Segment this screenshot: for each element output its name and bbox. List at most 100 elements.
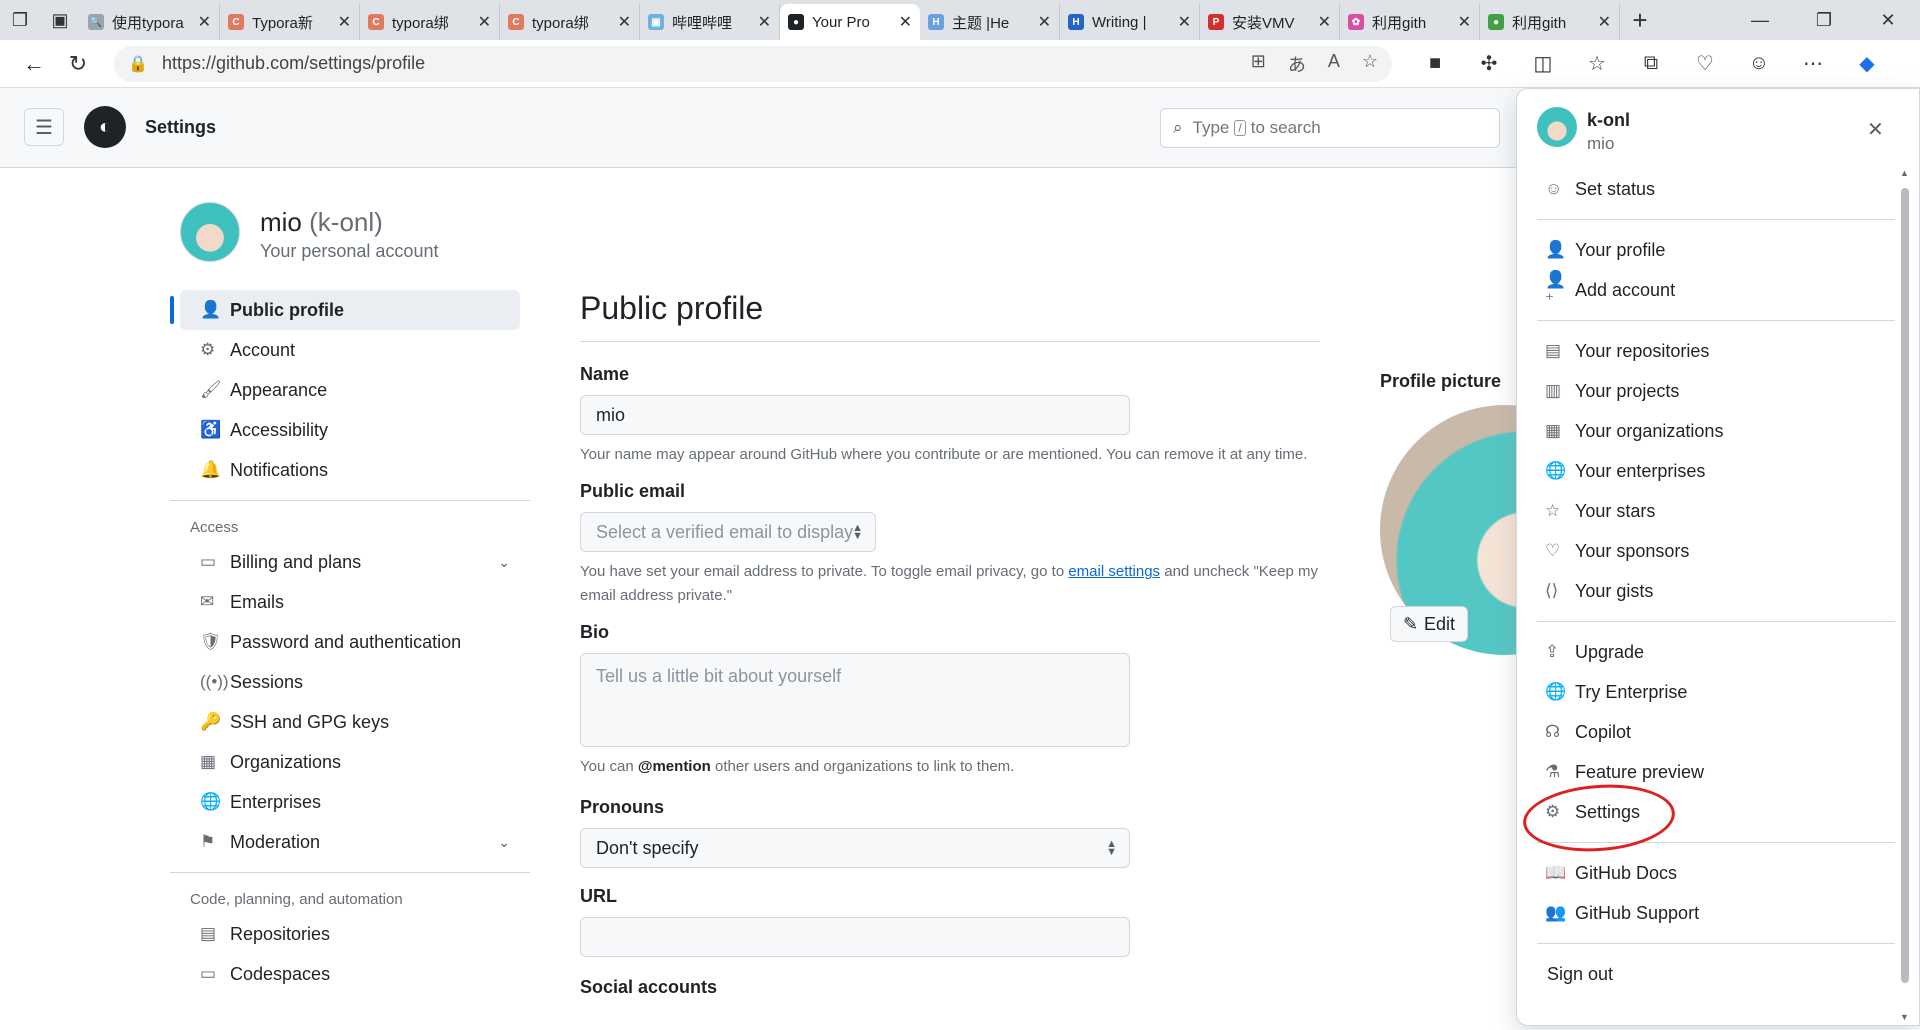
browser-tab[interactable]: Ctypora绑 ✕ <box>500 4 640 40</box>
favorite-star-icon[interactable]: ☆ <box>1362 51 1378 77</box>
profile-avatar[interactable] <box>180 202 240 262</box>
tab-close-icon[interactable]: ✕ <box>899 12 912 32</box>
scroll-up-icon[interactable]: ▲ <box>1900 168 1909 178</box>
browser-tab[interactable]: H Writing | ✕ <box>1060 4 1200 40</box>
email-settings-link[interactable]: email settings <box>1068 563 1160 580</box>
browser-essentials-icon[interactable]: ♡ <box>1678 44 1732 84</box>
search-input[interactable]: ⌕ Type / to search <box>1160 108 1500 148</box>
browser-tab[interactable]: ✿ 利用gith ✕ <box>1340 4 1480 40</box>
browser-tab[interactable]: P 安装VMV ✕ <box>1200 4 1340 40</box>
tab-close-icon[interactable]: ✕ <box>1038 12 1051 32</box>
user-menu-dialog: k-onl mio ✕ ☺ Set status 👤 Your profile 👤⁺ Ad… <box>1516 88 1920 1026</box>
menu-item-github-support[interactable]: 👥 GitHub Support <box>1527 893 1905 933</box>
sidebar-item-sessions[interactable]: ((•)) Sessions <box>180 662 520 702</box>
extension-app-icon[interactable]: ■ <box>1408 44 1462 84</box>
sidebar-item-ssh-and-gpg-keys[interactable]: 🔑 SSH and GPG keys <box>180 702 520 742</box>
menu-item-set-status[interactable]: ☺ Set status <box>1527 169 1905 209</box>
menu-item-try-enterprise[interactable]: 🌐 Try Enterprise <box>1527 672 1905 712</box>
menu-item-your-stars[interactable]: ☆ Your stars <box>1527 491 1905 531</box>
browser-tab[interactable]: ▣ 哔哩哔哩 ✕ <box>640 4 780 40</box>
tab-close-icon[interactable]: ✕ <box>478 12 491 32</box>
sidebar-item-notifications[interactable]: 🔔 Notifications <box>180 450 520 490</box>
browser-tab[interactable]: 🔍 使用typora ✕ <box>80 4 220 40</box>
sidebar-item-account[interactable]: ⚙ Account <box>180 330 520 370</box>
menu-item-add-account[interactable]: 👤⁺ Add account <box>1527 270 1905 310</box>
tab-close-icon[interactable]: ✕ <box>1318 12 1331 32</box>
menu-item-your-organizations[interactable]: ▦ Your organizations <box>1527 411 1905 451</box>
edit-picture-button[interactable]: ✎ Edit <box>1390 606 1468 642</box>
sidebar-item-public-profile[interactable]: 👤 Public profile <box>170 290 520 330</box>
sidebar-item-repositories[interactable]: ▤ Repositories <box>180 914 520 954</box>
public-email-select[interactable]: Select a verified email to display ▲ ▼ <box>580 512 876 552</box>
new-tab-button[interactable]: + <box>1620 0 1660 40</box>
scroll-down-icon[interactable]: ▼ <box>1900 1012 1909 1022</box>
more-menu-icon[interactable]: ⋯ <box>1786 44 1840 84</box>
extensions-icon[interactable]: ✣ <box>1462 44 1516 84</box>
menu-item-your-gists[interactable]: ⟨⟩ Your gists <box>1527 571 1905 611</box>
translate-icon[interactable]: あ <box>1288 51 1306 77</box>
url-field[interactable] <box>580 917 1130 957</box>
sidebar-item-moderation[interactable]: ⚑ Moderation ⌄ <box>180 822 520 862</box>
sidebar-item-codespaces[interactable]: ▭ Codespaces <box>180 954 520 994</box>
sidebar-item-organizations[interactable]: ▦ Organizations <box>180 742 520 782</box>
favorites-icon[interactable]: ☆ <box>1570 44 1624 84</box>
browser-tab[interactable]: ● Your Pro ✕ <box>780 4 920 40</box>
copilot-browser-icon[interactable]: ◆ <box>1840 44 1894 84</box>
refresh-button[interactable]: ↻ <box>56 42 100 86</box>
profile-avatar-icon[interactable]: ☺ <box>1732 44 1786 84</box>
menu-item-your-profile[interactable]: 👤 Your profile <box>1527 230 1905 270</box>
menu-item-upgrade[interactable]: ⇪ Upgrade <box>1527 632 1905 672</box>
tab-close-icon[interactable]: ✕ <box>618 12 631 32</box>
sidebar-item-accessibility[interactable]: ♿ Accessibility <box>180 410 520 450</box>
address-bar[interactable]: 🔒 https://github.com/settings/profile ⊞ … <box>114 45 1392 82</box>
sidebar-item-enterprises[interactable]: 🌐 Enterprises <box>180 782 520 822</box>
minimize-button[interactable]: — <box>1728 0 1792 40</box>
sidebar-item-billing-and-plans[interactable]: ▭ Billing and plans ⌄ <box>180 542 520 582</box>
github-logo-icon[interactable]: ◐ <box>84 106 126 148</box>
menu-item-copilot[interactable]: ☊ Copilot <box>1527 712 1905 752</box>
restore-button[interactable]: ❐ <box>1792 0 1856 40</box>
sidebar-item-password-and-authentication[interactable]: 🛡 Password and authentication <box>180 622 520 662</box>
menu-item-your-sponsors[interactable]: ♡ Your sponsors <box>1527 531 1905 571</box>
tab-close-icon[interactable]: ✕ <box>1178 12 1191 32</box>
tab-actions-icon[interactable]: ▣ <box>40 0 80 40</box>
chevron-down-icon[interactable]: ⌄ <box>498 554 510 571</box>
menu-item-sign-out[interactable]: Sign out <box>1527 954 1905 994</box>
hamburger-menu-icon[interactable]: ☰ <box>24 108 64 146</box>
collections-icon[interactable]: ⧉ <box>1624 44 1678 84</box>
browser-tab[interactable]: Ctypora绑 ✕ <box>360 4 500 40</box>
close-icon[interactable]: ✕ <box>1867 117 1884 142</box>
workspaces-icon[interactable]: ❐ <box>0 0 40 40</box>
menu-item-your-projects[interactable]: ▥ Your projects <box>1527 371 1905 411</box>
bio-textarea[interactable]: Tell us a little bit about yourself <box>580 653 1130 747</box>
read-aloud-icon[interactable]: A <box>1328 51 1340 77</box>
sidebar-item-appearance[interactable]: 🖌 Appearance <box>180 370 520 410</box>
browser-tab[interactable]: C Typora新 ✕ <box>220 4 360 40</box>
browser-tab[interactable]: H 主题 |He ✕ <box>920 4 1060 40</box>
browser-tab[interactable]: ● 利用gith ✕ <box>1480 4 1620 40</box>
tab-close-icon[interactable]: ✕ <box>1598 12 1611 32</box>
tab-close-icon[interactable]: ✕ <box>1458 12 1471 32</box>
name-field[interactable]: mio <box>580 395 1130 435</box>
url-text[interactable]: https://github.com/settings/profile <box>162 53 1251 74</box>
tab-title: typora绑 <box>392 14 449 32</box>
lock-icon[interactable]: 🔒 <box>128 54 150 74</box>
menu-item-github-docs[interactable]: 📖 GitHub Docs <box>1527 853 1905 893</box>
scrollbar-thumb[interactable] <box>1901 188 1909 983</box>
menu-item-your-enterprises[interactable]: 🌐 Your enterprises <box>1527 451 1905 491</box>
menu-item-your-repositories[interactable]: ▤ Your repositories <box>1527 331 1905 371</box>
sidebar-item-emails[interactable]: ✉ Emails <box>180 582 520 622</box>
page-scrollbar[interactable]: ▲ ▼ <box>1898 166 1912 1024</box>
header-title[interactable]: Settings <box>145 117 216 138</box>
pronouns-select[interactable]: Don't specify ▲ ▼ <box>580 828 1130 868</box>
app-available-icon[interactable]: ⊞ <box>1251 51 1266 77</box>
close-window-button[interactable]: ✕ <box>1856 0 1920 40</box>
globe-icon: 🌐 <box>1545 682 1567 701</box>
profile-display-name[interactable]: mio <box>260 207 302 237</box>
tab-close-icon[interactable]: ✕ <box>338 12 351 32</box>
split-screen-icon[interactable]: ◫ <box>1516 44 1570 84</box>
tab-close-icon[interactable]: ✕ <box>758 12 771 32</box>
tab-close-icon[interactable]: ✕ <box>198 12 211 32</box>
back-button[interactable]: ← <box>12 42 56 86</box>
chevron-down-icon[interactable]: ⌄ <box>498 834 510 851</box>
